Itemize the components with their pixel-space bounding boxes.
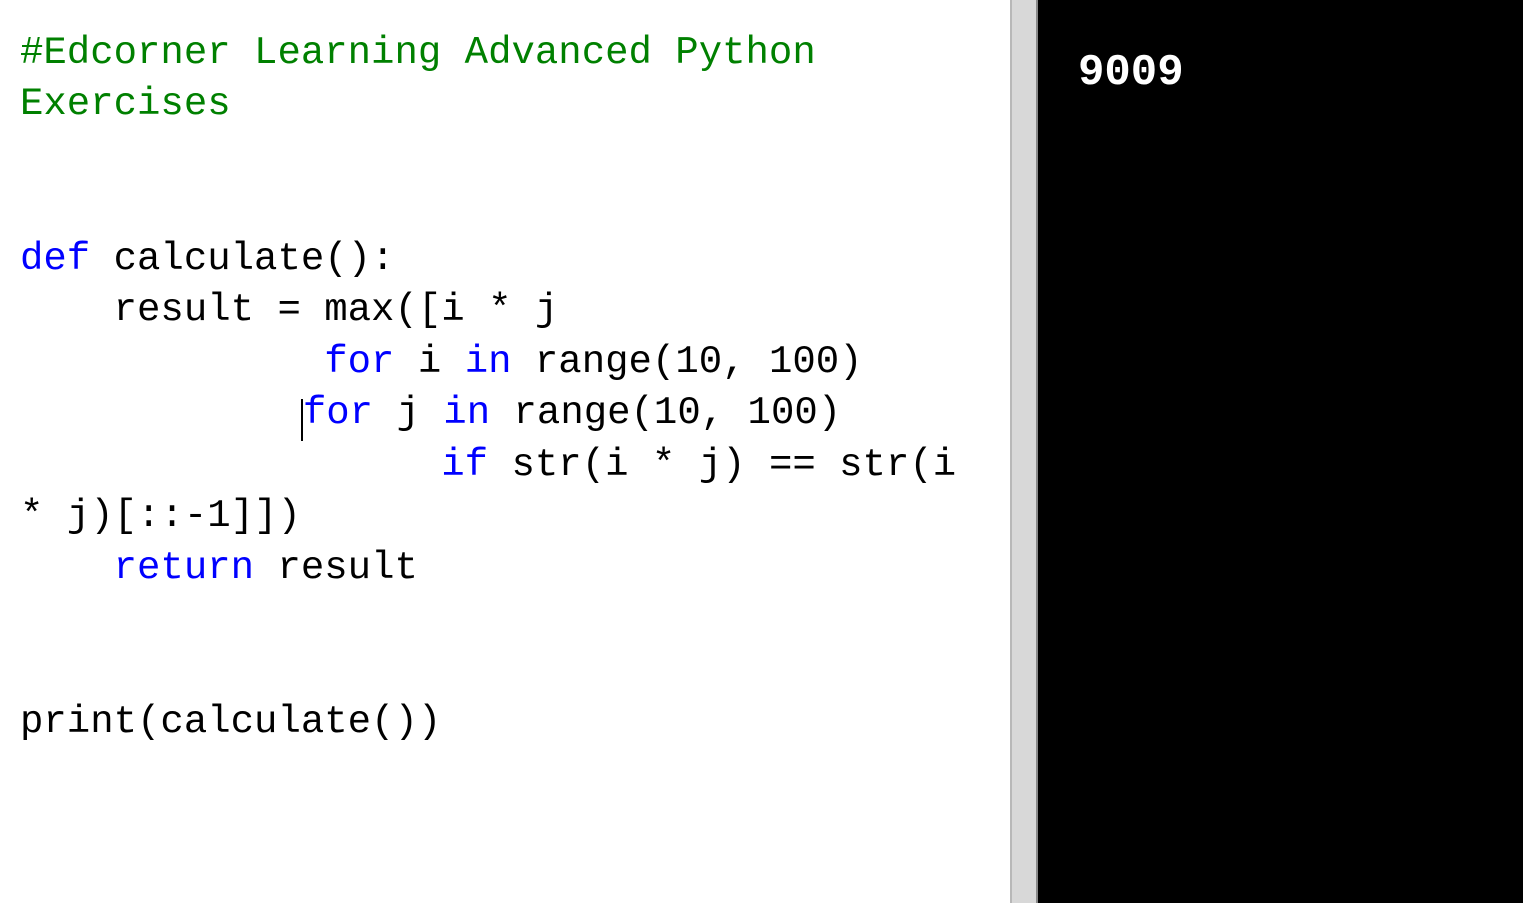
code-indent: [20, 391, 301, 435]
code-indent: [20, 340, 324, 384]
keyword-return: return: [114, 546, 254, 590]
blank-line: [20, 646, 990, 697]
code-indent: [20, 443, 441, 487]
code-text: j: [373, 391, 443, 435]
code-text: range(10, 100): [490, 391, 841, 435]
keyword-for: for: [303, 391, 373, 435]
blank-line: [20, 594, 990, 645]
keyword-in: in: [443, 391, 490, 435]
code-text: result: [254, 546, 418, 590]
code-text: str(i * j) == str(i: [488, 443, 956, 487]
pane-divider[interactable]: [1010, 0, 1038, 903]
code-indent: [20, 546, 114, 590]
output-value: 9009: [1078, 48, 1184, 98]
code-text: range(10, 100): [512, 340, 863, 384]
code-text: calculate():: [90, 237, 394, 281]
keyword-in: in: [465, 340, 512, 384]
keyword-def: def: [20, 237, 90, 281]
code-comment-line1: #Edcorner Learning Advanced Python: [20, 31, 816, 75]
builtin-max: max: [324, 288, 394, 332]
blank-line: [20, 182, 990, 233]
output-console-pane[interactable]: 9009: [1038, 0, 1523, 903]
text-cursor: [301, 399, 303, 441]
code-text: * j)[::-1]]): [20, 494, 301, 538]
code-text: ([i * j: [394, 288, 558, 332]
code-comment-line2: Exercises: [20, 82, 231, 126]
code-text: i: [394, 340, 464, 384]
keyword-if: if: [441, 443, 488, 487]
code-text: print(calculate()): [20, 700, 441, 744]
keyword-for: for: [324, 340, 394, 384]
code-text: result =: [20, 288, 324, 332]
code-editor-pane[interactable]: #Edcorner Learning Advanced Python Exerci…: [0, 0, 1010, 903]
blank-line: [20, 131, 990, 182]
